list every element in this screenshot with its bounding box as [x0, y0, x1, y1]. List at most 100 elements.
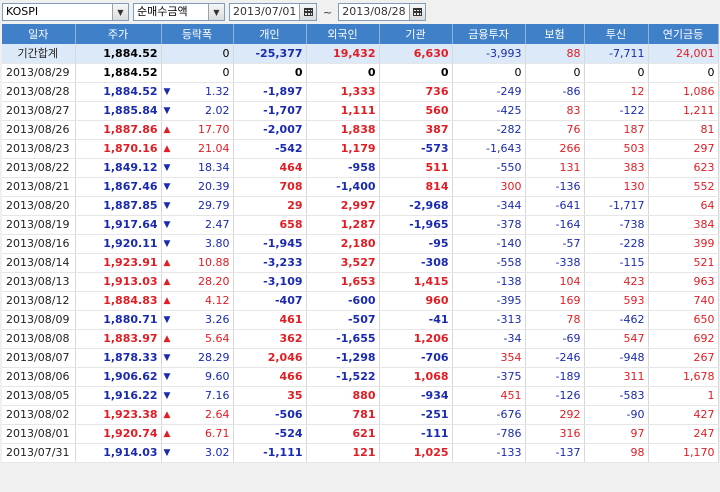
change-value: 6.71 [205, 427, 230, 440]
table-row[interactable]: 2013/08/22 1,849.12 ▼ 18.34 464 -958 511 -550 13… [2, 158, 719, 178]
institution-cell: 960 [379, 291, 453, 311]
triangle-down-icon: ▼ [163, 181, 171, 192]
financial-invest-cell: 451 [452, 386, 526, 406]
date-cell: 2013/08/08 [2, 329, 76, 349]
table-row[interactable]: 2013/08/08 1,883.97 ▲ 5.64 362 -1,655 1,206 -34… [2, 329, 719, 349]
change-value: 5.64 [205, 332, 230, 345]
table-row[interactable]: 2013/08/01 1,920.74 ▲ 6.71 -524 621 -111 -786 31… [2, 424, 719, 444]
date-range-separator: ~ [323, 5, 333, 19]
individual-cell: -1,945 [233, 234, 307, 254]
triangle-down-icon: ▼ [163, 86, 171, 97]
trust-cell: 547 [584, 329, 649, 349]
date-cell: 2013/07/31 [2, 443, 76, 463]
triangle-up-icon: ▲ [163, 143, 171, 154]
pension-cell: 81 [648, 120, 719, 140]
triangle-down-icon: ▼ [163, 314, 171, 325]
change-value: 29.79 [198, 199, 230, 212]
column-header[interactable]: 등락폭 [161, 24, 234, 44]
price-cell: 1,885.84 [75, 101, 162, 121]
institution-cell: -111 [379, 424, 453, 444]
table-row[interactable]: 2013/08/14 1,923.91 ▲ 10.88 -3,233 3,527 -308-… [2, 253, 719, 273]
date-cell: 2013/08/02 [2, 405, 76, 425]
change-value: 3.02 [205, 446, 230, 459]
financial-invest-cell: -34 [452, 329, 526, 349]
column-header[interactable]: 개인 [233, 24, 307, 44]
table-row[interactable]: 2013/08/29 1,884.52 0 0 0 0 0 0 0 0 [2, 63, 719, 83]
institution-cell: 387 [379, 120, 453, 140]
column-header[interactable]: 주가 [75, 24, 162, 44]
price-cell: 1,849.12 [75, 158, 162, 178]
column-header[interactable]: 연기금등 [648, 24, 719, 44]
table-row[interactable]: 2013/08/27 1,885.84 ▼ 2.02 -1,707 1,111 560 -42… [2, 101, 719, 121]
price-cell: 1,880.71 [75, 310, 162, 330]
column-header[interactable]: 보험 [525, 24, 585, 44]
insurance-cell: 78 [525, 310, 585, 330]
date-cell: 2013/08/23 [2, 139, 76, 159]
institution-cell: -251 [379, 405, 453, 425]
foreign-cell: -1,298 [306, 348, 380, 368]
table-row[interactable]: 2013/08/09 1,880.71 ▼ 3.26 461 -507 -41 -313 78-… [2, 310, 719, 330]
trust-cell: -948 [584, 348, 649, 368]
pension-cell: 297 [648, 139, 719, 159]
triangle-down-icon: ▼ [163, 390, 171, 401]
change-value: 2.02 [205, 104, 230, 117]
insurance-cell: -164 [525, 215, 585, 235]
table-row[interactable]: 2013/08/28 1,884.52 ▼ 1.32 -1,897 1,333 736 -24… [2, 82, 719, 102]
table-row[interactable]: 2013/08/13 1,913.03 ▲ 28.20 -3,109 1,653 1,415… [2, 272, 719, 292]
foreign-cell: 1,653 [306, 272, 380, 292]
institution-cell: 511 [379, 158, 453, 178]
column-header[interactable]: 기관 [379, 24, 453, 44]
price-cell: 1,870.16 [75, 139, 162, 159]
calendar-icon[interactable] [299, 4, 316, 20]
column-header[interactable]: 금융투자 [452, 24, 526, 44]
trust-cell: -122 [584, 101, 649, 121]
table-row[interactable]: 2013/07/31 1,914.03 ▼ 3.02 -1,111 121 1,025 -13… [2, 443, 719, 463]
date-cell: 2013/08/01 [2, 424, 76, 444]
trust-cell: 130 [584, 177, 649, 197]
change-value: 2.47 [205, 218, 230, 231]
change-cell: ▼ 3.26 [161, 310, 234, 330]
table-row[interactable]: 2013/08/26 1,887.86 ▲ 17.70 -2,007 1,838 387 -2… [2, 120, 719, 140]
institution-cell: -706 [379, 348, 453, 368]
investor-trading-table: 일자 주가 등락폭 개인 외국인 기관 금융투자 보험 투신 연기금등 기간합계… [2, 24, 719, 463]
pension-cell: 1,211 [648, 101, 719, 121]
financial-invest-cell: 354 [452, 348, 526, 368]
pension-cell: 963 [648, 272, 719, 292]
trust-cell: 0 [584, 63, 649, 83]
date-cell: 2013/08/22 [2, 158, 76, 178]
table-row[interactable]: 2013/08/02 1,923.38 ▲ 2.64 -506 781 -251 -676 29… [2, 405, 719, 425]
individual-cell: 35 [233, 386, 307, 406]
column-header[interactable]: 일자 [2, 24, 76, 44]
change-value: 9.60 [205, 370, 230, 383]
table-row[interactable]: 2013/08/16 1,920.11 ▼ 3.80 -1,945 2,180 -95 -14… [2, 234, 719, 254]
table-row[interactable]: 2013/08/20 1,887.85 ▼ 29.79 29 2,997 -2,968 -34… [2, 196, 719, 216]
date-cell: 2013/08/06 [2, 367, 76, 387]
market-select[interactable]: KOSPI ▼ [2, 3, 129, 21]
institution-cell: 6,630 [379, 44, 453, 64]
financial-invest-cell: -138 [452, 272, 526, 292]
change-value: 17.70 [198, 123, 230, 136]
table-row[interactable]: 2013/08/23 1,870.16 ▲ 21.04 -542 1,179 -573 -1,… [2, 139, 719, 159]
price-cell: 1,920.74 [75, 424, 162, 444]
metric-select[interactable]: 순매수금액 ▼ [133, 3, 225, 21]
individual-cell: 29 [233, 196, 307, 216]
table-row[interactable]: 2013/08/21 1,867.46 ▼ 20.39 708 -1,400 814 300-… [2, 177, 719, 197]
end-date-field[interactable]: 2013/08/28 [338, 3, 427, 21]
financial-invest-cell: -425 [452, 101, 526, 121]
calendar-icon[interactable] [408, 4, 426, 20]
insurance-cell: -641 [525, 196, 585, 216]
financial-invest-cell: -313 [452, 310, 526, 330]
start-date-field[interactable]: 2013/07/01 [229, 3, 317, 21]
table-row[interactable]: 2013/08/07 1,878.33 ▼ 28.29 2,046 -1,298 -706 3… [2, 348, 719, 368]
column-header[interactable]: 투신 [584, 24, 649, 44]
chevron-down-icon[interactable]: ▼ [208, 4, 224, 20]
summary-row[interactable]: 기간합계 1,884.52 0 -25,377 19,432 6,630 -3,993 88-… [2, 44, 719, 64]
chevron-down-icon[interactable]: ▼ [112, 4, 128, 20]
table-row[interactable]: 2013/08/12 1,884.83 ▲ 4.12 -407 -600 960 -395 16… [2, 291, 719, 311]
table-row[interactable]: 2013/08/05 1,916.22 ▼ 7.16 35 880 -934 451 -126-… [2, 386, 719, 406]
change-cell: ▲ 10.88 [161, 253, 234, 273]
price-cell: 1,916.22 [75, 386, 162, 406]
table-row[interactable]: 2013/08/19 1,917.64 ▼ 2.47 658 1,287 -1,965 -37… [2, 215, 719, 235]
table-row[interactable]: 2013/08/06 1,906.62 ▼ 9.60 466 -1,522 1,068 -37… [2, 367, 719, 387]
column-header[interactable]: 외국인 [306, 24, 380, 44]
